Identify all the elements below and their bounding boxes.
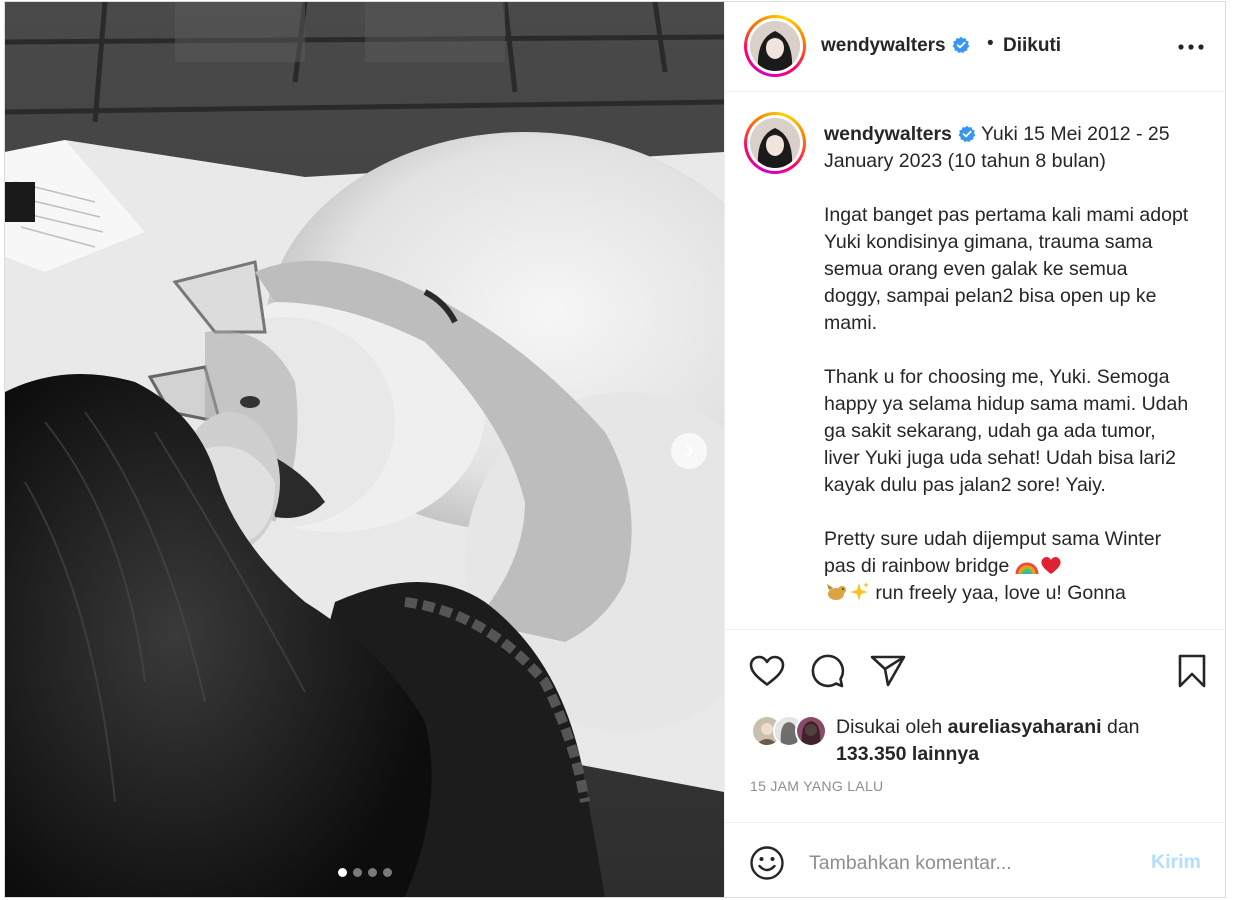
caption-body-2: run freely yaa, love u! Gonna xyxy=(870,582,1126,604)
likes-connector: dan xyxy=(1101,716,1140,738)
likes-count[interactable]: 133.350 lainnya xyxy=(836,743,979,765)
following-button[interactable]: Diikuti xyxy=(1003,35,1061,57)
like-button[interactable] xyxy=(747,651,787,691)
liker-avatar xyxy=(795,715,827,747)
post-container: wendywalters • Diikuti wendywalters Yuki… xyxy=(4,1,1226,898)
more-horizontal-icon xyxy=(1178,44,1204,50)
rainbow-emoji xyxy=(1015,562,1039,575)
carousel-next-button[interactable] xyxy=(671,433,707,469)
smiley-icon xyxy=(750,846,784,880)
caption-username[interactable]: wendywalters xyxy=(824,123,952,145)
caption-avatar[interactable] xyxy=(744,112,806,174)
comment-bar: Kirim xyxy=(725,822,1226,897)
caption-section: wendywalters Yuki 15 Mei 2012 - 25 Janua… xyxy=(725,93,1226,628)
more-options-button[interactable] xyxy=(1171,30,1211,64)
post-header: wendywalters • Diikuti xyxy=(725,2,1226,92)
post-side-panel: wendywalters • Diikuti wendywalters Yuki… xyxy=(724,2,1226,897)
carousel-dot xyxy=(383,868,392,877)
action-bar xyxy=(725,629,1226,706)
carousel-indicator xyxy=(338,868,392,877)
header-username-link[interactable]: wendywalters xyxy=(821,35,970,57)
red-heart-emoji xyxy=(1041,557,1061,574)
post-media-carousel[interactable] xyxy=(5,2,724,897)
likes-prefix: Disukai oleh xyxy=(836,716,948,738)
likes-text: Disukai oleh aureliasyaharani dan 133.35… xyxy=(836,714,1196,768)
avatar[interactable] xyxy=(744,15,806,77)
send-icon xyxy=(870,655,906,687)
save-button[interactable] xyxy=(1172,651,1212,691)
verified-badge-icon xyxy=(958,125,976,143)
sparkles-emoji xyxy=(850,582,869,601)
carousel-dot xyxy=(353,868,362,877)
heart-icon xyxy=(749,655,785,686)
liker-username[interactable]: aureliasyaharani xyxy=(948,716,1102,738)
carousel-dot xyxy=(338,868,347,877)
header-username: wendywalters xyxy=(821,35,946,56)
comment-button[interactable] xyxy=(807,651,847,691)
dog-emoji xyxy=(827,584,846,600)
likes-section: Disukai oleh aureliasyaharani dan 133.35… xyxy=(725,707,1226,767)
caption-body-1: Yuki 15 Mei 2012 - 25 January 2023 (10 t… xyxy=(824,123,1189,577)
emoji-button[interactable] xyxy=(747,843,787,883)
verified-badge-icon xyxy=(952,36,970,54)
carousel-dot xyxy=(368,868,377,877)
header-separator: • xyxy=(987,33,994,54)
comment-input[interactable] xyxy=(809,847,1109,879)
comment-icon xyxy=(811,654,845,688)
bookmark-icon xyxy=(1178,654,1206,688)
caption-text: wendywalters Yuki 15 Mei 2012 - 25 Janua… xyxy=(824,121,1189,607)
post-comment-button[interactable]: Kirim xyxy=(1151,851,1201,874)
post-photo xyxy=(5,2,724,897)
chevron-right-icon xyxy=(685,444,694,458)
post-timestamp[interactable]: 15 JAM YANG LALU xyxy=(750,778,883,794)
share-button[interactable] xyxy=(868,651,908,691)
liker-avatars xyxy=(751,715,831,749)
